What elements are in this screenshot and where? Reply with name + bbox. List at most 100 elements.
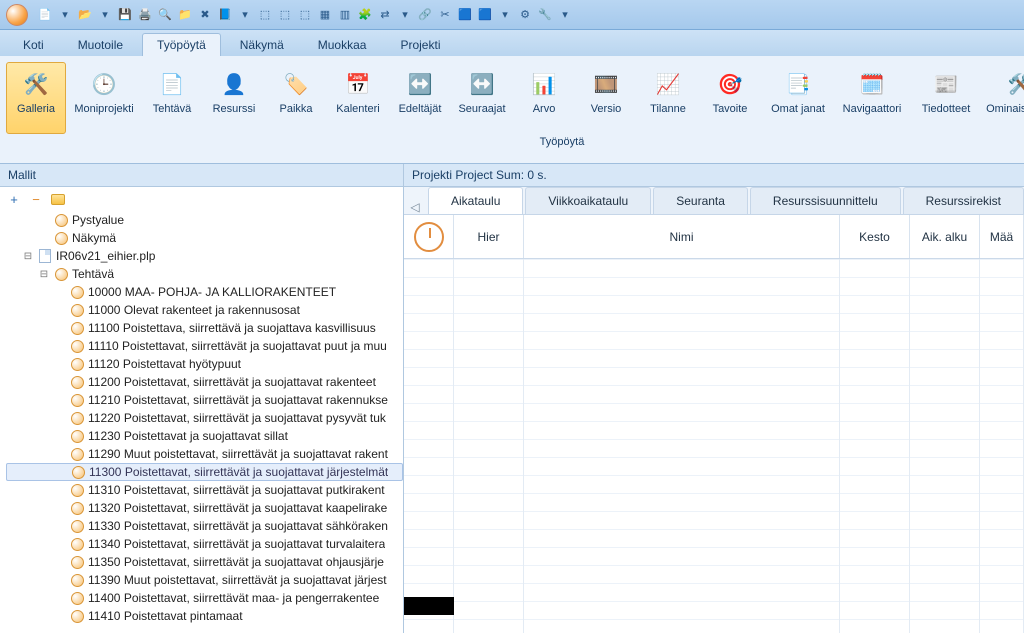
ribbon-edeltäjät[interactable]: ↔️Edeltäjät <box>390 62 450 134</box>
project-tab-aikataulu[interactable]: Aikataulu <box>428 187 523 214</box>
qat-icon[interactable]: 🧩 <box>356 6 374 24</box>
tree-toggle-icon[interactable]: ⊟ <box>38 269 50 280</box>
ribbon-group-buttons: 🛠️Galleria🕒Moniprojekti📄Tehtävä👤Resurssi… <box>0 56 1024 134</box>
menu-tab-muokkaa[interactable]: Muokkaa <box>303 33 382 56</box>
right-pane: Projekti Project Sum: 0 s. ◁ AikatauluVi… <box>404 164 1024 633</box>
qat-icon[interactable]: 🟦 <box>476 6 494 24</box>
menu-tab-työpöytä[interactable]: Työpöytä <box>142 33 221 56</box>
tree-row[interactable]: 11200 Poistettavat, siirrettävät ja suoj… <box>6 373 403 391</box>
tree-row[interactable]: 11320 Poistettavat, siirrettävät ja suoj… <box>6 499 403 517</box>
qat-icon[interactable]: ▾ <box>496 6 514 24</box>
qat-icon[interactable]: ▥ <box>336 6 354 24</box>
ribbon-tavoite[interactable]: 🎯Tavoite <box>700 62 760 134</box>
qat-icon[interactable]: 🔧 <box>536 6 554 24</box>
tree-row[interactable]: 11350 Poistettavat, siirrettävät ja suoj… <box>6 553 403 571</box>
tree-row[interactable]: 11300 Poistettavat, siirrettävät ja suoj… <box>6 463 403 481</box>
qat-icon[interactable]: ▾ <box>236 6 254 24</box>
tab-scroll-left-icon[interactable]: ◁ <box>404 200 426 214</box>
qat-icon[interactable]: ▾ <box>556 6 574 24</box>
task-icon <box>69 375 85 389</box>
tree-row[interactable]: 11220 Poistettavat, siirrettävät ja suoj… <box>6 409 403 427</box>
open-folder-button[interactable] <box>50 191 66 207</box>
app-icon[interactable] <box>6 4 28 26</box>
remove-button[interactable]: − <box>28 191 44 207</box>
qat-icon[interactable]: ⚙ <box>516 6 534 24</box>
qat-icon[interactable]: ▾ <box>96 6 114 24</box>
tree-toggle-icon[interactable]: ⊟ <box>22 251 34 262</box>
ribbon-tilanne[interactable]: 📈Tilanne <box>638 62 698 134</box>
add-button[interactable]: + <box>6 191 22 207</box>
col-nimi[interactable]: Nimi <box>524 215 840 258</box>
tree-row[interactable]: 11410 Poistettavat pintamaat <box>6 607 403 625</box>
qat-icon[interactable]: ✖ <box>196 6 214 24</box>
task-icon <box>69 609 85 623</box>
tree-row[interactable]: 11230 Poistettavat ja suojattavat sillat <box>6 427 403 445</box>
col-kesto[interactable]: Kesto <box>840 215 910 258</box>
tree-row[interactable]: ⊟Tehtävä <box>6 265 403 283</box>
qat-icon[interactable]: 📁 <box>176 6 194 24</box>
qat-icon[interactable]: 🔍 <box>156 6 174 24</box>
ribbon-omat-janat[interactable]: 📑Omat janat <box>762 62 834 134</box>
qat-icon[interactable]: 📘 <box>216 6 234 24</box>
ribbon-moniprojekti[interactable]: 🕒Moniprojekti <box>68 62 140 134</box>
qat-icon[interactable]: 🖨️ <box>136 6 154 24</box>
qat-icon[interactable]: 💾 <box>116 6 134 24</box>
qat-icon[interactable]: ▦ <box>316 6 334 24</box>
ribbon-tiedotteet[interactable]: 📰Tiedotteet <box>910 62 982 134</box>
ribbon-resurssi[interactable]: 👤Resurssi <box>204 62 264 134</box>
tree-scroll[interactable]: Pystyalue Näkymä⊟IR06v21_eihier.plp⊟Tehtä… <box>0 211 403 633</box>
ribbon-navigaattori[interactable]: 🗓️Navigaattori <box>836 62 908 134</box>
tree-row[interactable]: 11000 Olevat rakenteet ja rakennusosat <box>6 301 403 319</box>
left-pane: Mallit + − PystyalueNäkymä⊟IR06v21_eihie… <box>0 164 404 633</box>
tree-row[interactable]: 11310 Poistettavat, siirrettävät ja suoj… <box>6 481 403 499</box>
col-hier[interactable]: Hier <box>454 215 524 258</box>
ribbon-icon: 🎞️ <box>589 67 623 101</box>
qat-icon[interactable]: ▾ <box>56 6 74 24</box>
qat-icon[interactable]: ⇄ <box>376 6 394 24</box>
tree-row[interactable]: Pystyalue <box>6 211 403 229</box>
tree-row[interactable]: 11400 Poistettavat, siirrettävät maa- ja… <box>6 589 403 607</box>
qat-icon[interactable]: ✂ <box>436 6 454 24</box>
tree-row[interactable]: Näkymä <box>6 229 403 247</box>
tree-row[interactable]: 11290 Muut poistettavat, siirrettävät ja… <box>6 445 403 463</box>
menu-tab-muotoile[interactable]: Muotoile <box>63 33 138 56</box>
tree-row[interactable]: 11390 Muut poistettavat, siirrettävät ja… <box>6 571 403 589</box>
ribbon-ominaisuudet[interactable]: 🛠️Ominaisuudet <box>984 62 1024 134</box>
qat-icon[interactable]: 🔗 <box>416 6 434 24</box>
task-icon <box>69 411 85 425</box>
project-tab-resurssirekist[interactable]: Resurssirekist <box>903 187 1024 214</box>
qat-icon[interactable]: ⬚ <box>296 6 314 24</box>
ribbon-paikka[interactable]: 🏷️Paikka <box>266 62 326 134</box>
tree-row[interactable]: 11110 Poistettavat, siirrettävät ja suoj… <box>6 337 403 355</box>
tree-row[interactable]: 11100 Poistettava, siirrettävä ja suojat… <box>6 319 403 337</box>
menu-tab-näkymä[interactable]: Näkymä <box>225 33 299 56</box>
qat-icon[interactable]: ▾ <box>396 6 414 24</box>
menu-tab-projekti[interactable]: Projekti <box>385 33 455 56</box>
tree-row[interactable]: 11340 Poistettavat, siirrettävät ja suoj… <box>6 535 403 553</box>
project-tab-resurssisuunnittelu[interactable]: Resurssisuunnittelu <box>750 187 901 214</box>
ribbon-seuraajat[interactable]: ↔️Seuraajat <box>452 62 512 134</box>
tree-label: 11350 Poistettavat, siirrettävät ja suoj… <box>88 555 384 569</box>
tree-row[interactable]: 11330 Poistettavat, siirrettävät ja suoj… <box>6 517 403 535</box>
col-maa[interactable]: Mää <box>980 215 1024 258</box>
ribbon-arvo[interactable]: 📊Arvo <box>514 62 574 134</box>
tree-row[interactable]: 11120 Poistettavat hyötypuut <box>6 355 403 373</box>
ribbon-galleria[interactable]: 🛠️Galleria <box>6 62 66 134</box>
col-aik-alku[interactable]: Aik. alku <box>910 215 980 258</box>
tree-row[interactable]: 11210 Poistettavat, siirrettävät ja suoj… <box>6 391 403 409</box>
project-tab-viikkoaikataulu[interactable]: Viikkoaikataulu <box>525 187 651 214</box>
qat-icon[interactable]: ⬚ <box>256 6 274 24</box>
ribbon-tehtävä[interactable]: 📄Tehtävä <box>142 62 202 134</box>
grid-body[interactable] <box>404 259 1024 633</box>
menu-tab-koti[interactable]: Koti <box>8 33 59 56</box>
project-tab-seuranta[interactable]: Seuranta <box>653 187 748 214</box>
qat-icon[interactable]: 📄 <box>36 6 54 24</box>
tree-row[interactable]: ⊟IR06v21_eihier.plp <box>6 247 403 265</box>
tree-row[interactable]: 10000 MAA- POHJA- JA KALLIORAKENTEET <box>6 283 403 301</box>
qat-icon[interactable]: 📂 <box>76 6 94 24</box>
ribbon-versio[interactable]: 🎞️Versio <box>576 62 636 134</box>
qat-icon[interactable]: 🟦 <box>456 6 474 24</box>
ribbon-kalenteri[interactable]: 📅Kalenteri <box>328 62 388 134</box>
tree-label: Pystyalue <box>72 213 124 227</box>
qat-icon[interactable]: ⬚ <box>276 6 294 24</box>
